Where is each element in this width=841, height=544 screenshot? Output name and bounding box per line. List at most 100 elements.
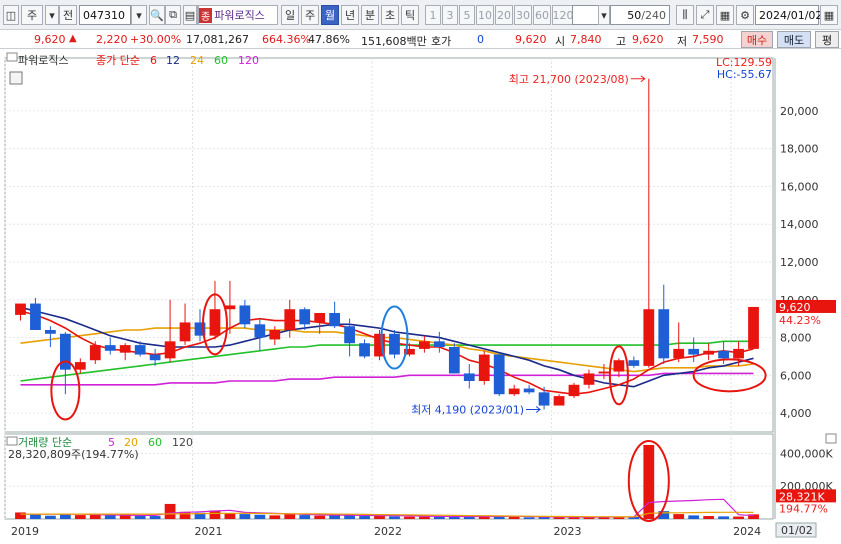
interval-button-120[interactable]: 120 <box>552 5 574 25</box>
candle-body[interactable] <box>239 305 251 325</box>
count-field[interactable]: 50/240 <box>610 5 670 25</box>
volume-bar[interactable] <box>15 512 26 519</box>
candle-body[interactable] <box>493 354 505 395</box>
candle-body[interactable] <box>284 309 296 330</box>
interval-button-30[interactable]: 30 <box>514 5 532 25</box>
volume-bar[interactable] <box>164 503 176 519</box>
candle-body[interactable] <box>119 345 131 353</box>
candle-body[interactable] <box>703 350 715 355</box>
market-select[interactable]: 주 <box>21 5 43 25</box>
candle-body[interactable] <box>344 326 355 344</box>
candle-body[interactable] <box>733 348 744 359</box>
volume-bar[interactable] <box>74 515 86 519</box>
candle-body[interactable] <box>538 392 550 406</box>
chart-layout-icon[interactable]: ◫ <box>3 5 19 25</box>
candle-body[interactable] <box>89 345 101 361</box>
interval-button-3[interactable]: 3 <box>442 5 458 25</box>
volume-bar[interactable] <box>419 516 430 519</box>
candle-body[interactable] <box>523 388 535 393</box>
candle-body[interactable] <box>209 309 221 336</box>
candle-body[interactable] <box>299 309 311 325</box>
market2-select[interactable]: 전 <box>59 5 77 25</box>
interval-button-10[interactable]: 10 <box>476 5 494 25</box>
volume-legend-toggle-icon[interactable] <box>6 436 18 446</box>
candle-body[interactable] <box>688 348 700 355</box>
candle-body[interactable] <box>164 341 176 359</box>
interval-button-20[interactable]: 20 <box>495 5 513 25</box>
candle-body[interactable] <box>433 341 445 347</box>
candle-body[interactable] <box>45 330 56 334</box>
candle-body[interactable] <box>553 396 565 406</box>
volume-bar[interactable] <box>523 517 535 519</box>
candle-body[interactable] <box>568 384 580 397</box>
volume-bar[interactable] <box>254 514 266 519</box>
candle-body[interactable] <box>74 362 86 370</box>
period-tab-1[interactable]: 주 <box>301 5 319 25</box>
volume-bar[interactable] <box>389 516 400 519</box>
candle-body[interactable] <box>359 343 370 357</box>
candle-body[interactable] <box>179 322 191 342</box>
volume-bar[interactable] <box>508 517 520 519</box>
volume-bar[interactable] <box>733 516 744 519</box>
volume-bar[interactable] <box>284 514 296 519</box>
stock-code-input[interactable]: 047310 <box>79 5 131 25</box>
candle-body[interactable] <box>389 333 400 355</box>
volume-bar[interactable] <box>359 516 370 519</box>
volume-bar[interactable] <box>643 444 655 519</box>
chart-svg[interactable]: 4,0006,0008,00010,00012,00014,00016,0001… <box>0 50 841 541</box>
period-tab-5[interactable]: 초 <box>381 5 399 25</box>
candle-body[interactable] <box>718 350 729 359</box>
period-tab-2[interactable]: 월 <box>321 5 339 25</box>
period-tab-0[interactable]: 일 <box>281 5 299 25</box>
grid-icon[interactable] <box>9 71 23 85</box>
candle-body[interactable] <box>643 309 655 366</box>
candle-body[interactable] <box>658 309 670 359</box>
candle-body[interactable] <box>598 371 610 374</box>
save-icon[interactable]: ▦ <box>716 5 734 25</box>
volume-bar[interactable] <box>404 516 415 519</box>
interval-button-5[interactable]: 5 <box>459 5 475 25</box>
legend-toggle-icon[interactable] <box>6 52 18 62</box>
candle-body[interactable] <box>748 306 759 349</box>
candle-body[interactable] <box>419 341 430 349</box>
market-dropdown-icon[interactable]: ▾ <box>45 5 59 25</box>
candle-body[interactable] <box>15 303 26 315</box>
candle-body[interactable] <box>613 360 625 372</box>
stock-list-icon[interactable]: ▤ <box>183 5 197 25</box>
period-tab-6[interactable]: 틱 <box>401 5 419 25</box>
volume-bar[interactable] <box>718 516 729 519</box>
volume-bar[interactable] <box>329 515 341 519</box>
volume-panel-close-icon[interactable] <box>825 433 837 444</box>
candle-body[interactable] <box>478 354 490 381</box>
interval-button-1[interactable]: 1 <box>425 5 441 25</box>
period-tab-3[interactable]: 년 <box>341 5 359 25</box>
date-input[interactable]: 2024/01/02 <box>755 5 822 25</box>
volume-bar[interactable] <box>703 516 715 519</box>
eval-button[interactable]: 평 <box>815 31 839 48</box>
add-stock-icon[interactable]: ⧉ <box>165 5 181 25</box>
candle-body[interactable] <box>673 348 685 359</box>
candle-body[interactable] <box>508 388 520 395</box>
gear-icon[interactable]: ⚙ <box>736 5 754 25</box>
candle-body[interactable] <box>254 324 266 338</box>
candle-body[interactable] <box>463 373 475 381</box>
interval-button-60[interactable]: 60 <box>533 5 551 25</box>
candle-body[interactable] <box>149 354 161 361</box>
volume-bar[interactable] <box>314 515 326 519</box>
candle-body[interactable] <box>134 345 146 355</box>
buy-button[interactable]: 매수 <box>741 31 773 48</box>
volume-bar[interactable] <box>30 514 41 519</box>
candle-body[interactable] <box>104 345 116 351</box>
calendar-icon[interactable]: ▦ <box>820 5 838 25</box>
candle-body[interactable] <box>59 333 71 370</box>
candle-body[interactable] <box>583 373 595 385</box>
volume-bar[interactable] <box>269 515 281 519</box>
volume-bar[interactable] <box>119 515 131 519</box>
period-tab-4[interactable]: 분 <box>361 5 379 25</box>
interval-dropdown-icon[interactable]: ▾ <box>598 5 610 25</box>
volume-bar[interactable] <box>104 515 116 519</box>
stock-chart[interactable]: 4,0006,0008,00010,00012,00014,00016,0001… <box>0 50 841 541</box>
candle-body[interactable] <box>448 347 460 374</box>
volume-bar[interactable] <box>433 516 445 519</box>
volume-bar[interactable] <box>45 515 56 519</box>
